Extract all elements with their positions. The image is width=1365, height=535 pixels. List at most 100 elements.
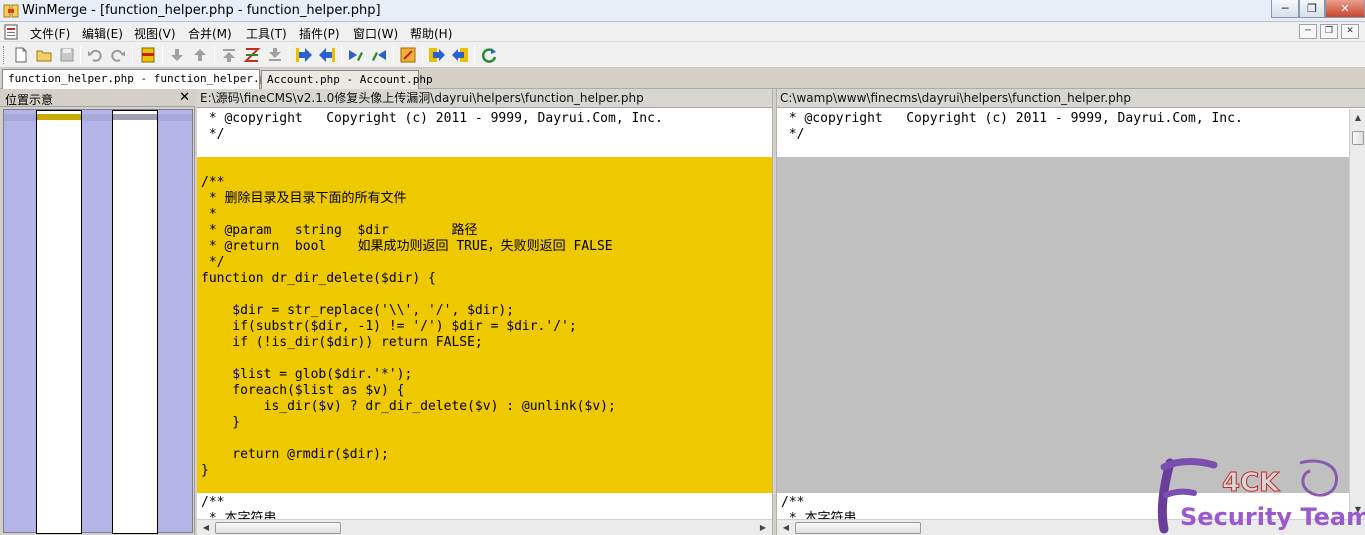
close-icon[interactable]: ✕ xyxy=(179,90,190,105)
toolbar-separator xyxy=(162,46,163,64)
watermark-letters: 4CK xyxy=(1222,468,1280,498)
left-code-line[interactable]: } xyxy=(197,415,772,431)
right-vscroll-thumb[interactable] xyxy=(1352,131,1364,145)
toolbar-separator xyxy=(474,46,475,64)
left-code-line[interactable] xyxy=(197,351,772,367)
menu-bar: 文件(F) 编辑(E) 视图(V) 合并(M) 工具(T) 插件(P) 窗口(W… xyxy=(0,22,1365,42)
left-code-line[interactable]: * xyxy=(197,207,772,223)
copy-to-right-icon[interactable] xyxy=(295,46,313,64)
winmerge-app-icon[interactable] xyxy=(3,3,19,19)
right-code-line[interactable]: * @copyright Copyright (c) 2011 - 9999, … xyxy=(777,111,1349,127)
last-diff-icon[interactable] xyxy=(266,46,284,64)
open-folder-icon[interactable] xyxy=(35,46,53,64)
left-code-line[interactable]: * @return bool 如果成功则返回 TRUE，失败则返回 FALSE xyxy=(197,239,772,255)
refresh-icon[interactable] xyxy=(480,46,498,64)
location-pane-title: 位置示意 xyxy=(5,93,54,107)
menu-merge[interactable]: 合并(M) xyxy=(188,25,232,42)
menu-window[interactable]: 窗口(W) xyxy=(353,25,398,42)
toolbar-separator xyxy=(393,46,394,64)
left-code-line[interactable]: */ xyxy=(197,127,772,143)
left-code-line[interactable] xyxy=(197,287,772,303)
window-close-button[interactable]: ✕ xyxy=(1325,0,1365,18)
left-code-line[interactable]: foreach($list as $v) { xyxy=(197,383,772,399)
left-code-line[interactable]: function dr_dir_delete($dir) { xyxy=(197,271,772,287)
right-file-path: C:\wamp\www\finecms\dayrui\helpers\funct… xyxy=(777,89,1365,108)
copy-to-left-icon[interactable] xyxy=(318,46,336,64)
toolbar-separator xyxy=(341,46,342,64)
left-hscroll-thumb[interactable] xyxy=(215,522,341,534)
redo-icon[interactable] xyxy=(109,46,127,64)
left-code-line[interactable] xyxy=(197,479,772,495)
toolbar-separator xyxy=(132,46,133,64)
location-pane: 位置示意 ✕ xyxy=(0,89,195,535)
location-diff-marker-left xyxy=(37,114,81,120)
left-code-line[interactable]: return @rmdir($dir); xyxy=(197,447,772,463)
left-code-line[interactable] xyxy=(197,431,772,447)
toolbar-separator xyxy=(289,46,290,64)
next-diff-icon[interactable] xyxy=(168,46,186,64)
location-map[interactable] xyxy=(3,109,193,534)
left-code-line[interactable]: /** xyxy=(197,175,772,191)
document-icon[interactable] xyxy=(3,24,19,40)
current-diff-icon[interactable] xyxy=(243,46,261,64)
save-icon[interactable] xyxy=(58,46,76,64)
scroll-left-icon[interactable]: ◀ xyxy=(199,521,213,535)
left-code-line[interactable] xyxy=(197,143,772,159)
mdi-close-button[interactable]: ✕ xyxy=(1341,24,1359,39)
options-icon[interactable] xyxy=(399,46,417,64)
scroll-up-icon[interactable]: ▲ xyxy=(1351,111,1365,125)
left-code-line[interactable]: */ xyxy=(197,255,772,271)
left-code-line[interactable]: /** xyxy=(197,495,772,511)
left-code-line[interactable]: $list = glob($dir.'*'); xyxy=(197,367,772,383)
menu-file[interactable]: 文件(F) xyxy=(30,25,70,42)
tab-account[interactable]: Account.php - Account.php xyxy=(261,70,433,89)
left-horizontal-scrollbar[interactable]: ◀ ▶ xyxy=(197,519,772,535)
left-code-line[interactable]: * @param string $dir 路径 xyxy=(197,223,772,239)
watermark-text: Security Team xyxy=(1180,503,1365,531)
left-code-line[interactable] xyxy=(197,159,772,175)
left-code-line[interactable]: if(substr($dir, -1) != '/') $dir = $dir.… xyxy=(197,319,772,335)
menu-tools[interactable]: 工具(T) xyxy=(246,25,287,42)
left-code-line[interactable]: * 本字符串... xyxy=(197,511,772,519)
scroll-left-icon[interactable]: ◀ xyxy=(779,521,793,535)
left-code-view[interactable]: * @copyright Copyright (c) 2011 - 9999, … xyxy=(197,109,772,519)
left-diff-pane: E:\源码\fineCMS\v2.1.0修复头像上传漏洞\dayrui\help… xyxy=(197,89,772,535)
toolbar-separator xyxy=(422,46,423,64)
menu-view[interactable]: 视图(V) xyxy=(134,25,176,42)
mdi-restore-button[interactable]: ❐ xyxy=(1320,24,1338,39)
right-code-line[interactable]: */ xyxy=(777,127,1349,143)
right-missing-block[interactable] xyxy=(777,157,1349,493)
prev-diff-icon[interactable] xyxy=(191,46,209,64)
left-code-line[interactable]: } xyxy=(197,463,772,479)
winmerge-window: WinMerge - [function_helper.php - functi… xyxy=(0,0,1365,535)
location-pane-icon[interactable] xyxy=(139,46,157,64)
first-diff-icon[interactable] xyxy=(220,46,238,64)
new-file-icon[interactable] xyxy=(12,46,30,64)
menu-plugins[interactable]: 插件(P) xyxy=(299,25,340,42)
undo-icon[interactable] xyxy=(86,46,104,64)
location-bar-left[interactable] xyxy=(36,110,82,534)
left-code-line[interactable]: is_dir($v) ? dr_dir_delete($v) : @unlink… xyxy=(197,399,772,415)
right-hscroll-thumb[interactable] xyxy=(795,522,921,534)
toolbar-grip[interactable] xyxy=(3,46,6,64)
all-right-icon[interactable] xyxy=(428,46,446,64)
window-title: WinMerge - [function_helper.php - functi… xyxy=(22,3,381,18)
window-maximize-button[interactable]: ❐ xyxy=(1299,0,1325,18)
location-diff-marker-right xyxy=(113,114,157,120)
toolbar-separator xyxy=(80,46,81,64)
security-team-watermark: 4CK Security Team xyxy=(1150,455,1365,535)
copy-left-advance-icon[interactable] xyxy=(370,46,388,64)
scroll-right-icon[interactable]: ▶ xyxy=(756,521,770,535)
left-code-line[interactable]: if (!is_dir($dir)) return FALSE; xyxy=(197,335,772,351)
menu-help[interactable]: 帮助(H) xyxy=(410,25,452,42)
tab-function-helper[interactable]: function_helper.php - function_helper.ph… xyxy=(2,69,280,89)
menu-edit[interactable]: 编辑(E) xyxy=(82,25,123,42)
left-code-line[interactable]: * 删除目录及目录下面的所有文件 xyxy=(197,191,772,207)
location-bar-right[interactable] xyxy=(112,110,158,534)
copy-right-advance-icon[interactable] xyxy=(347,46,365,64)
window-minimize-button[interactable]: ─ xyxy=(1271,0,1299,18)
mdi-minimize-button[interactable]: ─ xyxy=(1299,24,1317,39)
left-code-line[interactable]: $dir = str_replace('\\', '/', $dir); xyxy=(197,303,772,319)
all-left-icon[interactable] xyxy=(451,46,469,64)
left-code-line[interactable]: * @copyright Copyright (c) 2011 - 9999, … xyxy=(197,111,772,127)
